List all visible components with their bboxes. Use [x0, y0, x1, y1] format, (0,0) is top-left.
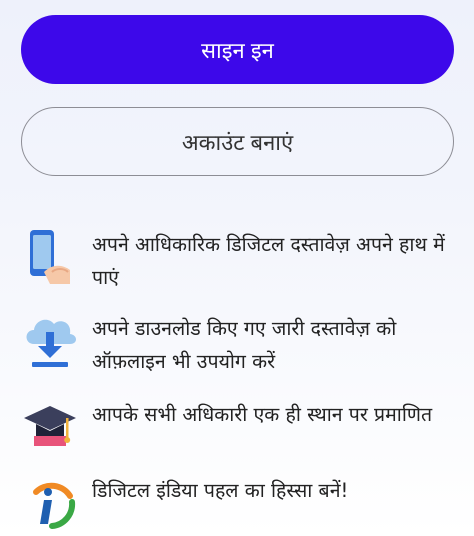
phone-hand-icon — [30, 230, 70, 284]
feature-text: डिजिटल इंडिया पहल का हिस्सा बनें! — [92, 479, 349, 502]
sign-in-button[interactable]: साइन इन — [21, 15, 454, 84]
feature-text: अपने डाउनलोड किए गए जारी दस्तावेज़ को ऑफ… — [92, 317, 397, 373]
graduation-cap-icon — [24, 406, 76, 446]
feature-item-digital-india: डिजिटल इंडिया पहल का हिस्सा बनें! — [22, 474, 462, 534]
feature-item-verified: आपके सभी अधिकारी एक ही स्थान पर प्रमाणित — [22, 398, 462, 458]
create-account-button[interactable]: अकाउंट बनाएं — [21, 107, 454, 176]
feature-text: अपने आधिकारिक डिजिटल दस्तावेज़ अपने हाथ … — [92, 233, 445, 289]
digital-india-logo-icon — [33, 482, 76, 529]
feature-item-documents: अपने आधिकारिक डिजिटल दस्तावेज़ अपने हाथ … — [22, 228, 462, 294]
feature-text: आपके सभी अधिकारी एक ही स्थान पर प्रमाणित — [92, 403, 433, 426]
feature-item-offline: अपने डाउनलोड किए गए जारी दस्तावेज़ को ऑफ… — [22, 312, 462, 378]
cloud-download-icon — [26, 319, 76, 367]
